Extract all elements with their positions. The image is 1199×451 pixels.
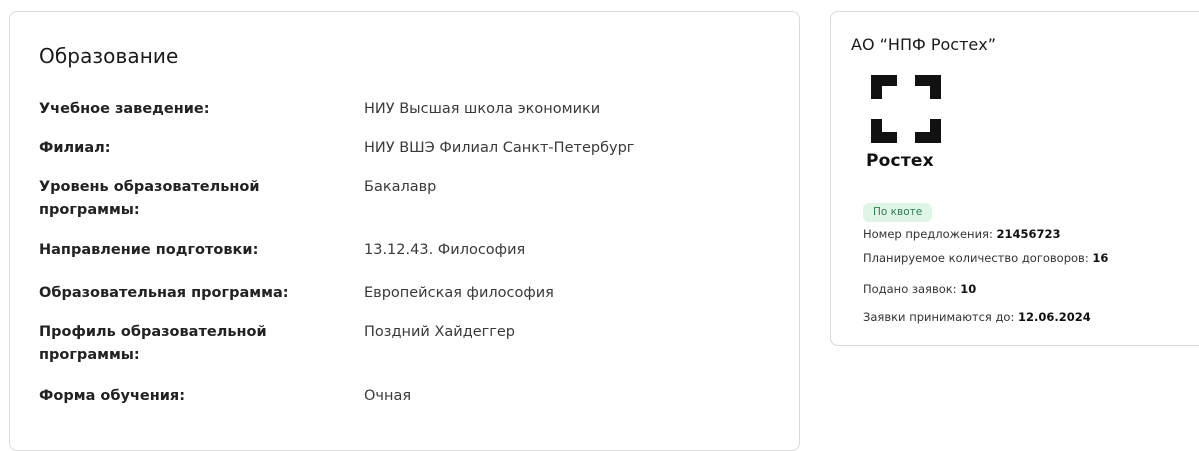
row-value: НИУ Высшая школа экономики bbox=[364, 101, 601, 117]
planned-contracts: Планируемое количество договоров: 16 bbox=[863, 250, 1108, 266]
row-value: Европейская философия bbox=[364, 285, 554, 301]
applications-submitted-label: Подано заявок: bbox=[863, 282, 961, 296]
planned-contracts-label: Планируемое количество договоров: bbox=[863, 251, 1093, 265]
offer-number: Номер предложения: 21456723 bbox=[863, 226, 1061, 242]
offer-number-label: Номер предложения: bbox=[863, 227, 997, 241]
applications-submitted: Подано заявок: 10 bbox=[863, 281, 976, 297]
planned-contracts-value: 16 bbox=[1092, 251, 1109, 265]
row-value: Очная bbox=[364, 388, 412, 404]
applications-submitted-value: 10 bbox=[960, 282, 977, 296]
organization-title: АО “НПФ Ростех” bbox=[851, 35, 996, 54]
deadline-value: 12.06.2024 bbox=[1018, 310, 1091, 324]
row-value: НИУ ВШЭ Филиал Санкт-Петербург bbox=[364, 140, 635, 156]
row-value: Бакалавр bbox=[364, 179, 437, 195]
row-label: Форма обучения: bbox=[39, 388, 186, 404]
deadline-label: Заявки принимаются до: bbox=[863, 310, 1018, 324]
offer-number-value: 21456723 bbox=[996, 227, 1061, 241]
row-label: Учебное заведение: bbox=[39, 101, 210, 117]
education-title: Образование bbox=[39, 44, 179, 68]
row-value: 13.12.43. Философия bbox=[364, 242, 526, 258]
rostec-logo-icon bbox=[871, 75, 941, 143]
deadline: Заявки принимаются до: 12.06.2024 bbox=[863, 309, 1091, 325]
organization-card[interactable]: АО “НПФ Ростех” Ростех По квоте Номер пр… bbox=[830, 11, 1199, 346]
row-label: Образовательная программа: bbox=[39, 285, 289, 301]
row-label: Профиль образовательной программы: bbox=[39, 324, 267, 363]
row-label: Направление подготовки: bbox=[39, 242, 259, 258]
logo-wordmark: Ростех bbox=[866, 151, 934, 171]
row-label: Филиал: bbox=[39, 140, 111, 156]
education-card: Образование Учебное заведение: НИУ Высша… bbox=[9, 11, 800, 451]
row-value: Поздний Хайдеггер bbox=[364, 324, 515, 340]
quota-badge: По квоте bbox=[863, 203, 933, 222]
row-label: Уровень образовательной программы: bbox=[39, 179, 260, 218]
